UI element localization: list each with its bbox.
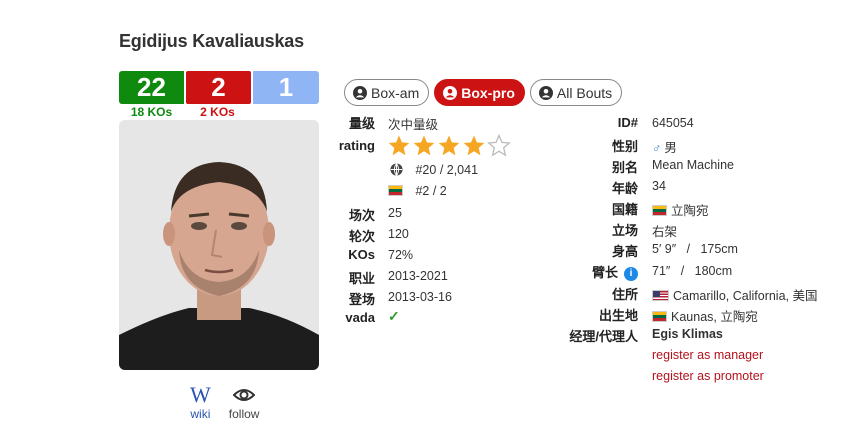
- wikipedia-icon: W: [190, 382, 211, 407]
- tab-all-bouts[interactable]: All Bouts: [529, 79, 623, 106]
- birthplace-label: 出生地: [598, 308, 638, 323]
- star-filled-icon: [438, 135, 460, 156]
- sex-label: 性别: [611, 139, 638, 154]
- tab-label: Box-am: [371, 84, 420, 101]
- reach-label-group: 臂长 i: [592, 262, 638, 281]
- debut-label: 登场: [348, 292, 375, 307]
- tab-label: Box-pro: [461, 84, 515, 101]
- kos-value: 72%: [388, 248, 414, 262]
- nationality-text: 立陶宛: [671, 204, 709, 218]
- user-circle-icon: [538, 85, 553, 100]
- usa-flag-icon: [652, 290, 669, 301]
- register-manager-link[interactable]: register as manager: [652, 348, 763, 362]
- wiki-link[interactable]: W wiki: [190, 382, 211, 422]
- stance-value: 右架: [652, 225, 678, 239]
- wins-count: 22: [119, 71, 184, 104]
- id-value: 645054: [652, 116, 694, 130]
- reach-value: 71″ / 180cm: [652, 264, 733, 278]
- lithuania-flag-icon: [652, 311, 667, 322]
- career-label: 职业: [348, 271, 375, 286]
- national-rank: #2 / 2: [388, 184, 447, 198]
- height-value: 5′ 9″ / 175cm: [652, 242, 738, 256]
- division-value: 次中量级: [388, 118, 439, 132]
- tab-box-pro[interactable]: Box-pro: [434, 79, 525, 106]
- male-icon: ♂: [652, 141, 662, 155]
- star-filled-icon: [463, 135, 485, 156]
- rating-label: rating: [338, 138, 375, 153]
- tab-box-am[interactable]: Box-am: [344, 79, 430, 106]
- user-circle-icon: [353, 85, 367, 100]
- id-label: ID#: [617, 115, 638, 130]
- record-summary: 22 2 1: [119, 71, 319, 104]
- user-circle-icon: [443, 85, 458, 100]
- wiki-label: wiki: [190, 407, 211, 421]
- height-label: 身高: [611, 244, 638, 259]
- boxer-name: Egidijus Kavaliauskas: [119, 31, 304, 51]
- tab-label: All Bouts: [556, 84, 613, 101]
- debut-value: 2013-03-16: [388, 290, 452, 304]
- win-kos: 18 KOs: [130, 105, 173, 119]
- follow-label: follow: [228, 407, 260, 421]
- alias-value: Mean Machine: [652, 158, 734, 172]
- side-links: W wiki follow: [190, 382, 260, 422]
- reach-label: 臂长: [591, 265, 618, 280]
- manager-value[interactable]: Egis Klimas: [652, 327, 723, 341]
- manager-label: 经理/代理人: [569, 329, 638, 344]
- national-rank-value: #2 / 2: [415, 184, 447, 198]
- boxer-photo: [119, 120, 319, 370]
- follow-link[interactable]: follow: [228, 385, 260, 421]
- star-filled-icon: [388, 135, 410, 156]
- nationality-label: 国籍: [611, 202, 638, 217]
- star-filled-icon: [413, 135, 435, 156]
- world-rank: #20 / 2,041: [390, 163, 478, 177]
- world-rank-value: #20 / 2,041: [415, 163, 479, 177]
- losses-count: 2: [186, 71, 251, 104]
- residence-label: 住所: [611, 287, 638, 302]
- residence-value: Camarillo, California, 美国: [652, 285, 817, 304]
- rounds-value: 120: [388, 227, 409, 241]
- division-label: 量级: [348, 116, 375, 131]
- eye-icon: [232, 385, 256, 405]
- sex-value: ♂ 男: [652, 137, 677, 156]
- rating-stars: [387, 134, 511, 157]
- star-empty-icon: [487, 134, 511, 157]
- loss-kos: 2 KOs: [200, 105, 235, 119]
- alias-label: 别名: [611, 160, 638, 175]
- globe-icon: [390, 163, 403, 176]
- nationality-value: 立陶宛: [652, 200, 709, 219]
- stance-label: 立场: [611, 223, 638, 238]
- info-icon[interactable]: i: [624, 267, 638, 281]
- age-value: 34: [652, 179, 666, 193]
- bouts-value: 25: [388, 206, 402, 220]
- record-tabs: Box-am Box-pro All Bouts: [344, 79, 623, 106]
- residence-text: Camarillo, California, 美国: [673, 289, 818, 303]
- age-label: 年龄: [611, 181, 638, 196]
- birthplace-text: Kaunas, 立陶宛: [671, 310, 758, 324]
- rounds-label: 轮次: [348, 229, 375, 244]
- register-promoter-link[interactable]: register as promoter: [652, 369, 764, 383]
- career-value: 2013-2021: [388, 269, 448, 283]
- birthplace-value: Kaunas, 立陶宛: [652, 306, 758, 325]
- kos-label: KOs: [348, 247, 375, 262]
- lithuania-flag-icon: [388, 185, 403, 196]
- boxer-portrait-image: [119, 120, 319, 370]
- ko-summary: 18 KOs 2 KOs: [119, 105, 251, 119]
- sex-text: 男: [664, 141, 677, 155]
- vada-check-icon: ✓: [388, 308, 400, 324]
- vada-label: vada: [345, 310, 375, 325]
- draws-count: 1: [253, 71, 319, 104]
- lithuania-flag-icon: [652, 205, 667, 216]
- bouts-label: 场次: [348, 208, 375, 223]
